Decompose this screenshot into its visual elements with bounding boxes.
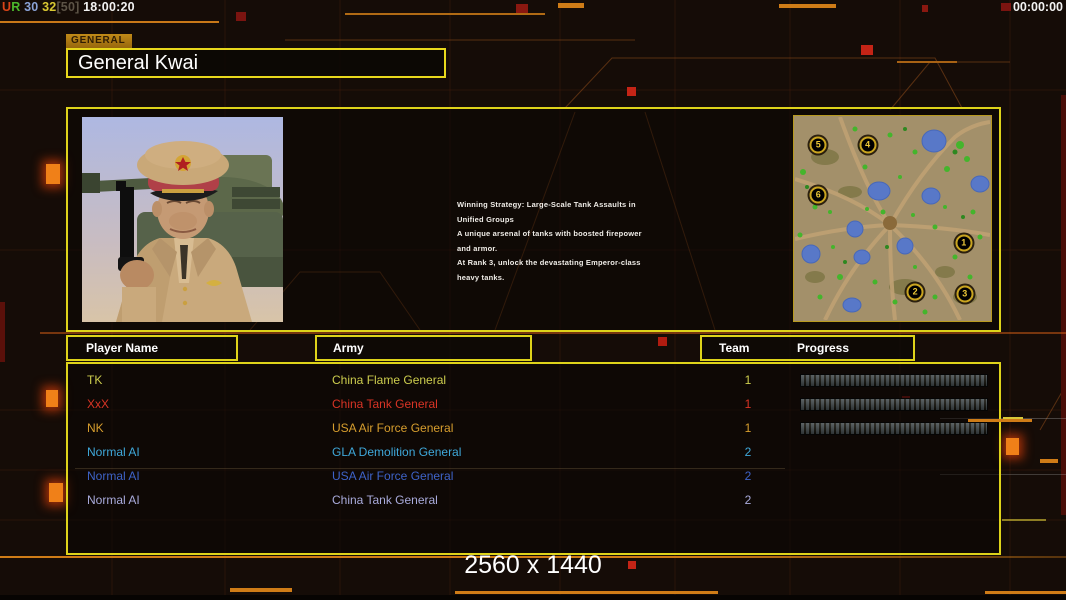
player-row: NK USA Air Force General 1 [68,416,999,440]
stats-segment: 32 [38,0,56,14]
deco-edge-band [0,302,5,362]
map-marker: 4 [859,137,876,154]
column-header-progress: Progress [797,337,849,359]
deco-dash [897,61,957,63]
player-army: China Tank General [332,392,438,416]
loading-progress-bar [800,422,988,435]
strategy-text-block: Winning Strategy: Large-Scale Tank Assau… [457,198,657,286]
player-team: 1 [740,392,756,416]
loading-screen: UR 30 32[50] 18:00:20 00:00:00 GENERAL G… [0,0,1066,600]
map-preview: 5 4 6 1 2 3 [793,115,992,322]
map-marker: 6 [810,186,827,203]
deco-dash [779,4,836,8]
deco-orange-glow [49,483,63,502]
player-team: 1 [740,368,756,392]
resolution-label: 2560 x 1440 [423,551,643,580]
strategy-line: A unique arsenal of tanks with boosted f… [457,227,657,256]
stats-segment: 18:00:20 [79,0,134,14]
deco-dash [230,588,292,592]
deco-line [75,468,785,469]
column-header-army: Army [315,335,532,361]
column-header-team: Team [719,337,749,359]
deco-edge-band [1061,95,1066,515]
player-army: USA Air Force General [332,416,453,440]
column-header-team-progress: Team Progress [700,335,915,361]
general-name-title: General Kwai [66,48,446,78]
deco-bottom-strip [0,595,1066,600]
deco-red-square [516,4,528,13]
stats-segment: U [2,0,11,14]
general-portrait [82,117,283,322]
deco-orange-glow [46,390,58,407]
stats-segment: [50] [56,0,79,14]
map-marker: 3 [956,285,973,302]
general-tab-label: GENERAL [66,34,132,48]
player-row: Normal AI China Tank General 2 [68,488,999,512]
deco-red-square [922,5,928,12]
player-row: TK China Flame General 1 [68,368,999,392]
game-timer: 00:00:00 [1013,0,1063,14]
player-army: China Tank General [332,488,438,512]
player-name: NK [87,416,104,440]
deco-red-square [236,12,246,21]
deco-dash-over-bar [968,419,1032,422]
deco-dash [1002,519,1046,521]
player-army: GLA Demolition General [332,440,461,464]
deco-red-square [627,87,636,96]
deco-line [985,591,1066,594]
loading-progress-bar [800,398,988,411]
column-header-player-name: Player Name [66,335,238,361]
deco-orange-glow [46,164,60,184]
deco-orange-glow [1006,438,1019,455]
player-name: Normal AI [87,488,140,512]
deco-red-square [861,45,873,55]
player-team: 1 [740,416,756,440]
deco-red-square [1001,3,1011,11]
stats-segment: 30 [20,0,38,14]
player-team: 2 [740,440,756,464]
deco-dash [558,3,584,8]
player-name: XxX [87,392,109,416]
player-name: TK [87,368,102,392]
loading-progress-bar [800,374,988,387]
player-army: China Flame General [332,368,446,392]
strategy-line: At Rank 3, unlock the devastating Empero… [457,256,657,285]
player-row: Normal AI GLA Demolition General 2 [68,440,999,464]
deco-line [40,332,1066,334]
map-marker: 2 [907,283,924,300]
player-name: Normal AI [87,440,140,464]
deco-red-square [658,337,667,346]
deco-underline [0,21,219,23]
map-marker: 5 [810,137,827,154]
deco-line [345,13,545,15]
player-row: XxX China Tank General 1 [68,392,999,416]
debug-stats-readout: UR 30 32[50] 18:00:20 [2,0,135,14]
map-marker: 1 [955,235,972,252]
deco-line [455,591,718,594]
deco-dash [1040,459,1058,463]
player-list-panel: TK China Flame General 1 XxX China Tank … [66,362,1001,555]
player-team: 2 [740,488,756,512]
strategy-line: Winning Strategy: Large-Scale Tank Assau… [457,198,657,227]
